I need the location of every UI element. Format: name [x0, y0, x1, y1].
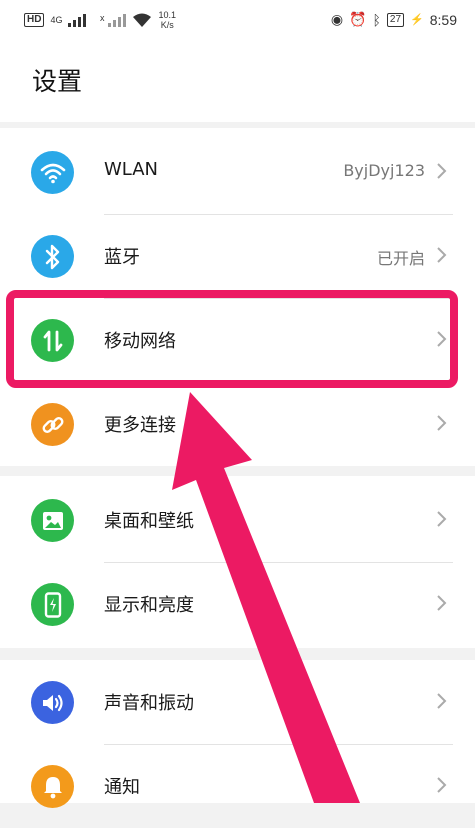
link-icon: [31, 403, 74, 446]
page-header: 设置: [0, 44, 475, 122]
settings-item-more-connections[interactable]: 更多连接: [0, 382, 475, 466]
settings-item-bluetooth[interactable]: 蓝牙 已开启: [0, 214, 475, 298]
eye-comfort-icon: ◉: [330, 11, 344, 27]
settings-item-notifications[interactable]: 通知: [0, 744, 475, 828]
chevron-right-icon: [437, 595, 447, 611]
settings-item-label: 更多连接: [104, 415, 176, 436]
status-bar-right: ◉ ⏰ ᛒ 27 ⚡ 8:59: [331, 11, 457, 28]
settings-item-value: ByjDyj123: [343, 161, 425, 180]
bluetooth-icon: [31, 235, 74, 278]
chevron-right-icon: [437, 163, 447, 179]
settings-item-label: 显示和亮度: [104, 595, 194, 616]
signal-no-sim-icon: x: [100, 13, 127, 27]
settings-group-sound: 声音和振动 通知: [0, 660, 475, 808]
settings-item-label: 通知: [104, 777, 140, 798]
network-type: 4G: [50, 15, 63, 25]
display-icon: [31, 583, 74, 626]
settings-item-sound-vibration[interactable]: 声音和振动: [0, 660, 475, 744]
status-bar-left: HD 4G x 10.1 K/s: [24, 10, 176, 30]
wifi-icon: [31, 151, 74, 194]
alarm-icon: ⏰: [349, 11, 367, 27]
chevron-right-icon: [437, 777, 447, 793]
settings-item-home-wallpaper[interactable]: 桌面和壁纸: [0, 478, 475, 562]
clock: 8:59: [429, 11, 457, 28]
settings-item-display-brightness[interactable]: 显示和亮度: [0, 562, 475, 646]
settings-item-label: 蓝牙: [104, 247, 140, 268]
wallpaper-icon: [31, 499, 74, 542]
battery-level: 27: [386, 12, 405, 27]
page-title: 设置: [32, 67, 83, 96]
highlight-box: [6, 290, 458, 388]
settings-item-label: WLAN: [104, 159, 159, 180]
charging-icon: ⚡: [410, 14, 424, 26]
settings-item-wlan[interactable]: WLAN ByjDyj123: [0, 130, 475, 214]
settings-item-value: 已开启: [376, 249, 425, 268]
settings-item-label: 声音和振动: [104, 693, 194, 714]
status-bar: HD 4G x 10.1 K/s ◉ ⏰ ᛒ 27 ⚡ 8:59: [0, 0, 475, 44]
settings-item-label: 桌面和壁纸: [104, 511, 194, 532]
chevron-right-icon: [437, 693, 447, 709]
chevron-right-icon: [437, 415, 447, 431]
svg-text:x: x: [100, 13, 105, 23]
network-speed: 10.1 K/s: [158, 10, 176, 30]
bluetooth-status-icon: ᛒ: [372, 11, 381, 28]
signal-icon: [68, 14, 87, 27]
sound-icon: [31, 681, 74, 724]
chevron-right-icon: [437, 511, 447, 527]
bell-icon: [31, 765, 74, 808]
hd-badge: HD: [24, 13, 45, 27]
settings-group-display: 桌面和壁纸 显示和亮度: [0, 476, 475, 648]
wifi-status-icon: [133, 13, 152, 27]
chevron-right-icon: [437, 247, 447, 263]
